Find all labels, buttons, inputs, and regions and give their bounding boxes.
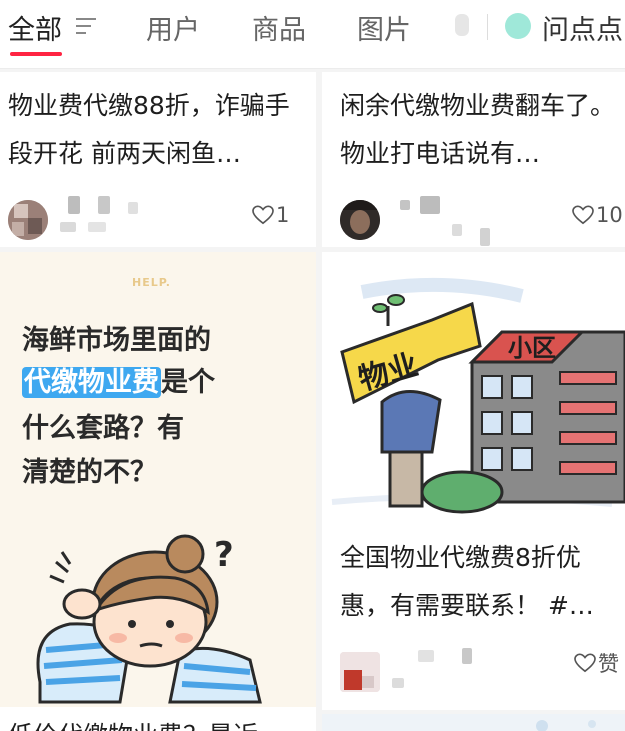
- author-name-blurred: [418, 650, 434, 662]
- like-button[interactable]: 赞: [574, 648, 619, 678]
- active-tab-indicator: [10, 52, 62, 56]
- note-card[interactable]: 物业费代缴88折，诈骗手段开花 前两天闲鱼… 1: [0, 72, 316, 247]
- avatar[interactable]: [340, 652, 380, 692]
- like-button[interactable]: 1: [252, 202, 289, 227]
- like-count: 1: [276, 203, 290, 227]
- cover-text-line: 什么套路？有: [22, 413, 184, 444]
- author-name-blurred: [88, 222, 106, 232]
- author-name-blurred: [128, 202, 138, 214]
- tab-goods[interactable]: 商品: [252, 8, 306, 47]
- note-title[interactable]: 低价代缴物业费？最近: [8, 712, 308, 731]
- note-card-partial[interactable]: [322, 714, 625, 731]
- author-name-blurred: [480, 228, 490, 246]
- ask-bubble-icon[interactable]: [505, 13, 531, 39]
- search-tab-bar: 全部 用户 商品 图片 问点点: [0, 0, 625, 69]
- cover-text-line: 代缴物业费是个: [22, 366, 215, 400]
- confused-person-illustration: ?: [36, 534, 262, 704]
- cover-partial: [322, 714, 625, 731]
- note-title[interactable]: 物业费代缴88折，诈骗手段开花 前两天闲鱼…: [8, 82, 308, 178]
- like-button[interactable]: 10: [572, 202, 623, 227]
- author-name-blurred: [462, 648, 472, 664]
- svg-text:?: ?: [214, 535, 234, 575]
- avatar[interactable]: [8, 200, 48, 240]
- heart-outline-icon: [572, 205, 594, 225]
- cover-text-line: 清楚的不？: [22, 457, 157, 488]
- filter-icon[interactable]: [74, 16, 98, 36]
- tab-overflow-item[interactable]: [455, 14, 469, 36]
- heart-outline-icon: [574, 653, 596, 673]
- author-name-blurred: [68, 196, 80, 214]
- note-card[interactable]: 小区 物业 全国物业代缴费8折优惠，有需要联系！ #… 赞: [322, 252, 625, 710]
- tab-all[interactable]: 全部: [8, 8, 62, 47]
- tab-divider: [487, 14, 488, 40]
- like-count: 赞: [598, 652, 619, 676]
- author-name-blurred: [400, 200, 410, 210]
- note-cover-image[interactable]: HELP. 海鲜市场里面的 代缴物业费是个 什么套路？有 清楚的不？ ?: [0, 252, 316, 707]
- author-name-blurred: [60, 222, 76, 232]
- building-sign-text: 小区: [508, 334, 556, 362]
- cover-text-line: 海鲜市场里面的: [22, 325, 211, 356]
- author-name-blurred: [452, 224, 462, 236]
- author-name-blurred: [98, 196, 110, 214]
- tab-images[interactable]: 图片: [357, 8, 411, 47]
- cover-text-rest: 是个: [161, 367, 215, 398]
- note-card[interactable]: HELP. 海鲜市场里面的 代缴物业费是个 什么套路？有 清楚的不？ ?: [0, 252, 316, 731]
- author-name-blurred: [392, 678, 404, 688]
- heart-outline-icon: [252, 205, 274, 225]
- tab-users[interactable]: 用户: [146, 8, 200, 47]
- note-title[interactable]: 闲余代缴物业费翻车了。物业打电话说有…: [340, 82, 622, 178]
- note-card[interactable]: 闲余代缴物业费翻车了。物业打电话说有… 10: [322, 72, 625, 247]
- property-illustration: 小区 物业: [331, 277, 625, 514]
- note-title[interactable]: 全国物业代缴费8折优惠，有需要联系！ #…: [340, 534, 622, 630]
- author-name-blurred: [420, 196, 440, 214]
- avatar[interactable]: [340, 200, 380, 240]
- cover-highlight: 代缴物业费: [22, 367, 161, 398]
- like-count: 10: [596, 203, 623, 227]
- tab-ask[interactable]: 问点点: [542, 8, 623, 47]
- cover-help-text: HELP.: [132, 276, 171, 289]
- search-results-page: 全部 用户 商品 图片 问点点 物业费代缴88折，诈骗手段开花 前两天闲鱼… 1…: [0, 0, 625, 731]
- note-cover-image[interactable]: 小区 物业: [322, 252, 625, 524]
